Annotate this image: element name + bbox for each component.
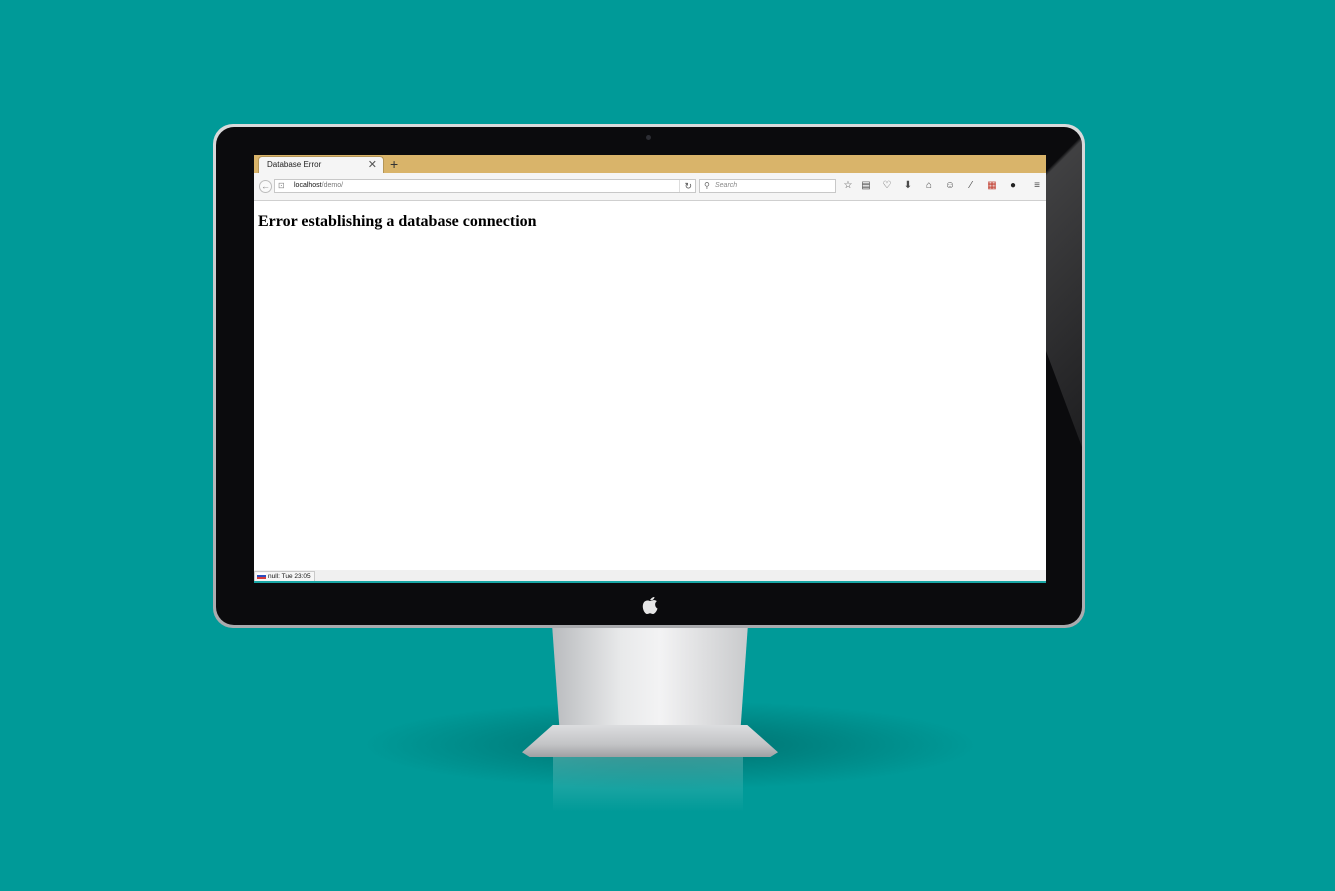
home-icon[interactable]: ⌂ — [922, 179, 936, 193]
pen-icon[interactable]: ⁄ — [964, 179, 978, 193]
stand-reflection — [553, 757, 743, 812]
extension-icon[interactable]: ▦ — [985, 179, 999, 193]
dark-extension-icon[interactable]: ● — [1006, 179, 1020, 193]
site-identity-icon[interactable]: ⊡ — [278, 181, 285, 190]
apple-logo-icon — [642, 597, 658, 614]
url-text: localhost/demo/ — [294, 182, 344, 189]
screen-edge — [254, 581, 1046, 583]
navigation-toolbar: ← ⊡ localhost/demo/ ↻ ⚲ Search ☆ ▤ ♡ ⬇ ⌂… — [254, 173, 1046, 201]
search-bar[interactable]: ⚲ Search — [699, 179, 836, 193]
flag-icon — [257, 573, 266, 580]
chat-icon[interactable]: ☺ — [943, 179, 957, 193]
download-icon[interactable]: ⬇ — [901, 179, 915, 193]
search-placeholder: Search — [715, 182, 738, 189]
url-bar[interactable]: ⊡ localhost/demo/ ↻ — [274, 179, 696, 193]
bookmark-star-icon[interactable]: ☆ — [841, 179, 855, 193]
error-heading: Error establishing a database connection — [258, 213, 537, 230]
back-arrow-icon[interactable]: ← — [259, 180, 272, 193]
new-tab-button[interactable]: + — [390, 155, 398, 173]
close-icon[interactable]: ✕ — [368, 158, 377, 172]
tab-bar: Database Error ✕ + — [254, 155, 1046, 173]
pocket-icon[interactable]: ♡ — [880, 179, 894, 193]
monitor-stand-neck — [552, 624, 748, 734]
status-text: null: Tue 23:05 — [268, 573, 311, 580]
browser-window: Database Error ✕ + ← ⊡ localhost/demo/ ↻… — [254, 155, 1046, 583]
search-icon: ⚲ — [704, 181, 710, 190]
tab-title: Database Error — [267, 160, 322, 169]
camera-icon — [646, 135, 651, 140]
reading-list-icon[interactable]: ▤ — [859, 179, 873, 193]
tab-database-error[interactable]: Database Error ✕ — [258, 156, 384, 173]
monitor-stand-base — [522, 725, 778, 757]
reload-icon[interactable]: ↻ — [679, 180, 692, 192]
hamburger-menu-icon[interactable]: ≡ — [1030, 179, 1044, 193]
